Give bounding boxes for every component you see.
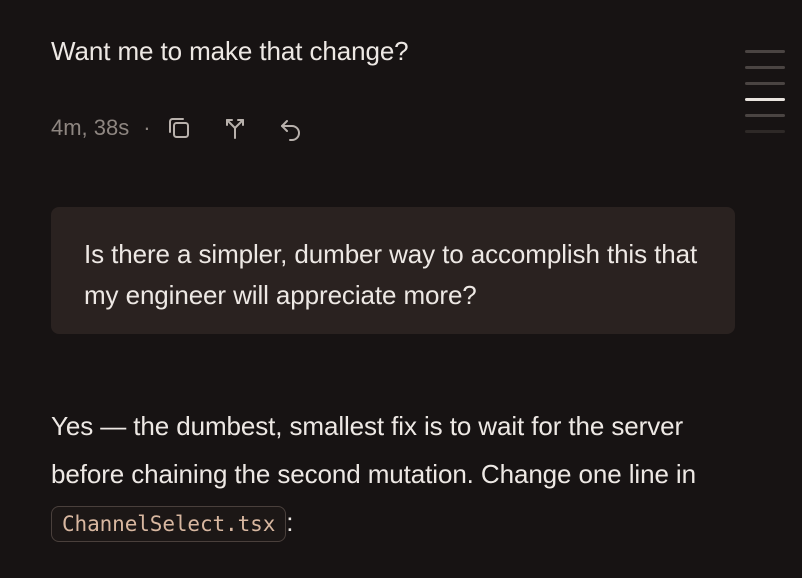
minimap-marker[interactable] <box>745 82 785 85</box>
message-meta-row: 4m, 38s · <box>51 110 332 146</box>
copy-icon <box>168 118 189 138</box>
branch-icon <box>225 119 244 139</box>
answer-text: Yes — the dumbest, smallest fix is to wa… <box>51 411 696 489</box>
undo-button[interactable] <box>276 113 306 143</box>
minimap-marker[interactable] <box>745 130 785 133</box>
conversation-minimap[interactable] <box>745 50 785 146</box>
meta-separator: · <box>143 115 151 140</box>
inline-code-filename: ChannelSelect.tsx <box>51 506 287 542</box>
user-message-bubble: Is there a simpler, dumber way to accomp… <box>51 207 735 334</box>
minimap-marker[interactable] <box>745 50 785 53</box>
copy-button[interactable] <box>164 113 194 143</box>
previous-message-text: Want me to make that change? <box>51 36 409 66</box>
branch-button[interactable] <box>220 113 250 143</box>
assistant-answer: Yes — the dumbest, smallest fix is to wa… <box>51 402 751 548</box>
minimap-marker[interactable] <box>745 114 785 117</box>
undo-icon <box>280 120 300 141</box>
answer-text-colon: : <box>286 507 294 537</box>
minimap-marker[interactable] <box>745 66 785 69</box>
user-message-text: Is there a simpler, dumber way to accomp… <box>84 239 698 310</box>
minimap-marker-active[interactable] <box>745 98 785 101</box>
response-duration: 4m, 38s <box>51 115 130 140</box>
